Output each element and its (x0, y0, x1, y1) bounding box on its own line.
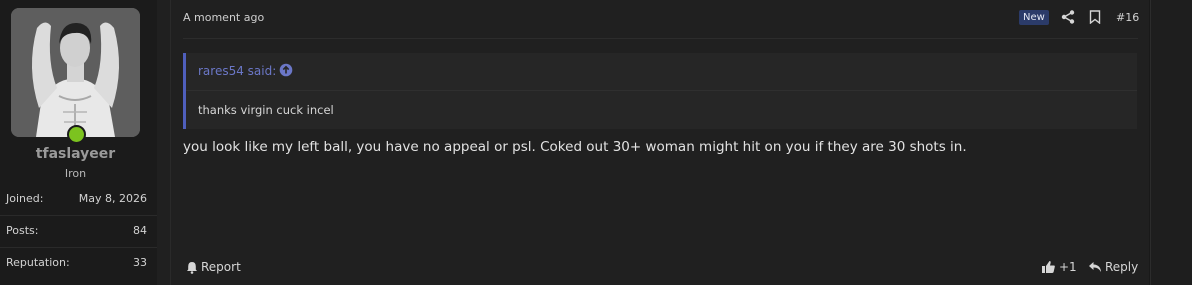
stat-value: 84 (133, 224, 147, 237)
online-status-indicator (67, 125, 86, 144)
thumbs-up-icon (1042, 261, 1055, 273)
stat-reputation: Reputation: 33 (0, 251, 157, 277)
post-container: tfaslayeer Iron Joined: May 8, 2026 Post… (0, 0, 1149, 285)
stat-label: Posts: (6, 224, 39, 237)
stat-label: Joined: (6, 192, 44, 205)
report-label: Report (201, 260, 241, 274)
stat-joined: Joined: May 8, 2026 (0, 187, 157, 213)
new-badge: New (1019, 10, 1049, 25)
stat-value: May 8, 2026 (78, 192, 147, 205)
reply-label: Reply (1105, 260, 1139, 274)
quote-author-link[interactable]: rares54 said: (198, 64, 276, 78)
header-divider (183, 38, 1138, 39)
bell-icon (187, 261, 197, 274)
user-info-column: tfaslayeer Iron Joined: May 8, 2026 Post… (0, 0, 157, 285)
user-title: Iron (64, 167, 87, 180)
reply-icon (1089, 262, 1101, 272)
arrow-up-circle-icon[interactable] (279, 63, 293, 77)
reply-button[interactable]: Reply (1088, 259, 1138, 275)
post-number-link[interactable]: #16 (1116, 11, 1139, 24)
quote-divider (186, 90, 1137, 91)
share-icon[interactable] (1061, 10, 1075, 24)
column-divider (170, 0, 171, 285)
reaction-count: +1 (1059, 260, 1077, 274)
stat-value: 33 (133, 256, 147, 269)
username[interactable]: tfaslayeer (0, 146, 151, 162)
stat-divider (0, 215, 157, 216)
quote-text: thanks virgin cuck incel (198, 103, 334, 117)
stat-divider (0, 247, 157, 248)
avatar[interactable] (11, 8, 140, 137)
stat-posts: Posts: 84 (0, 219, 157, 245)
stat-label: Reputation: (6, 256, 70, 269)
quote-block: rares54 said: thanks virgin cuck incel (183, 53, 1137, 129)
avatar-wrap[interactable] (11, 8, 140, 144)
reaction-button[interactable]: +1 (1041, 259, 1077, 275)
page-edge (1150, 0, 1192, 285)
post-date[interactable]: A moment ago (183, 11, 264, 24)
post-body: you look like my left ball, you have no … (183, 139, 967, 155)
report-button[interactable]: Report (186, 259, 241, 275)
bookmark-icon[interactable] (1089, 10, 1101, 24)
